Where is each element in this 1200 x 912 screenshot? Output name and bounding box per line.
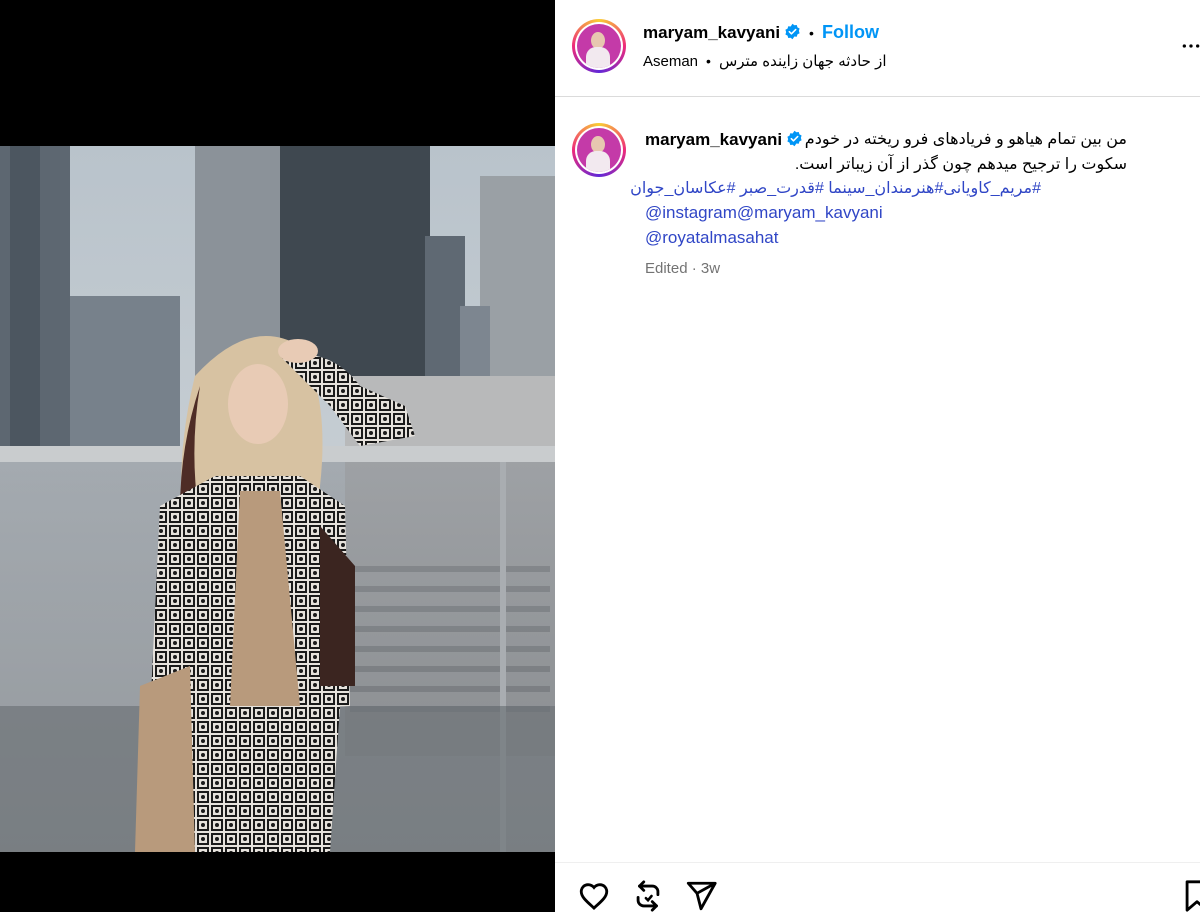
location-line: Aseman • از حادثه جهان زاینده مترس xyxy=(643,52,887,70)
post-photo-image xyxy=(0,146,555,852)
location-link[interactable]: Aseman xyxy=(643,53,698,70)
caption-avatar[interactable] xyxy=(572,123,626,177)
caption-line-1: من بین تمام هیاهو و فریادهای فرو ریخته د… xyxy=(645,129,1127,149)
post-side-pane: maryam_kavyani • Follow Aseman • از حادثه جه… xyxy=(555,0,1200,912)
bookmark-icon[interactable] xyxy=(1180,879,1200,912)
audio-subtitle[interactable]: از حادثه جهان زاینده مترس xyxy=(719,53,887,70)
share-icon[interactable] xyxy=(684,879,718,912)
mention-link-1[interactable]: @instagram@maryam_kavyani xyxy=(645,203,883,223)
separator-dot: • xyxy=(809,25,814,41)
more-options-icon[interactable] xyxy=(1181,36,1200,56)
follow-button[interactable]: Follow xyxy=(822,22,879,42)
caption-text-1: من بین تمام هیاهو و فریادهای فرو ریخته د… xyxy=(804,131,1127,148)
post-header: maryam_kavyani • Follow Aseman • از حادثه جه… xyxy=(555,0,1200,97)
repost-icon[interactable] xyxy=(631,879,665,912)
action-bar xyxy=(555,862,1200,912)
author-avatar[interactable] xyxy=(572,19,626,73)
heart-icon[interactable] xyxy=(577,879,611,912)
post-media-pane xyxy=(0,0,555,912)
post-time[interactable]: 3w xyxy=(701,260,720,277)
post-photo[interactable] xyxy=(0,146,555,852)
post-meta: Edited · 3w xyxy=(645,260,721,277)
caption-hashtags[interactable]: #مریم_کاویانی#هنرمندان_سینما #قدرت_صبر #… xyxy=(630,178,1041,198)
edited-label: Edited xyxy=(645,260,688,277)
verified-badge-icon xyxy=(785,23,800,40)
mention-link-2[interactable]: @royatalmasahat xyxy=(645,228,779,248)
caption-line-2: سکوت را ترجیح میدهم چون گذر از آن زیباتر… xyxy=(794,156,1127,173)
author-line: maryam_kavyani • Follow xyxy=(643,22,879,43)
author-username[interactable]: maryam_kavyani xyxy=(643,23,780,42)
separator-dot: • xyxy=(706,53,711,69)
